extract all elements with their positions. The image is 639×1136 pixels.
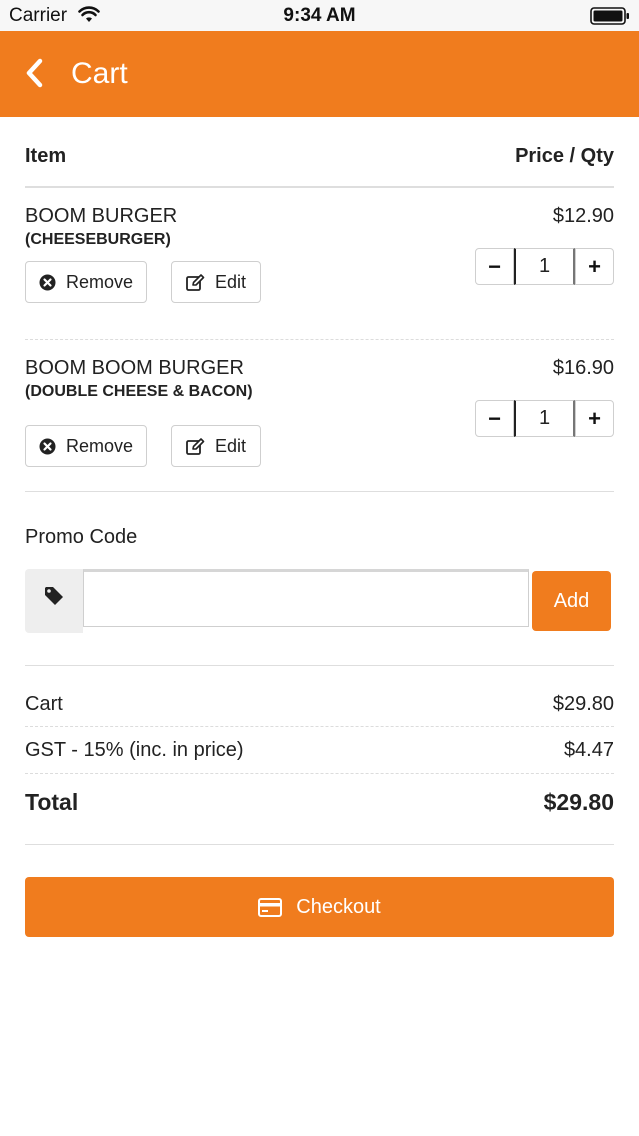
quantity-input[interactable]	[514, 248, 575, 285]
items-end-divider	[25, 491, 614, 492]
edit-button[interactable]: Edit	[171, 261, 261, 303]
tag-icon	[45, 587, 63, 605]
decrease-quantity-button[interactable]: −	[475, 248, 514, 285]
total-value: $29.80	[543, 789, 614, 815]
quantity-input[interactable]	[514, 400, 575, 437]
edit-icon	[186, 273, 205, 291]
battery-icon	[590, 7, 629, 25]
promo-tag-addon	[25, 569, 83, 633]
status-time: 9:34 AM	[283, 5, 356, 26]
remove-label: Remove	[65, 271, 134, 292]
item-variant: (DOUBLE CHEESE & BACON)	[25, 383, 253, 400]
increase-quantity-button[interactable]: +	[575, 400, 614, 437]
checkout-button[interactable]: Checkout	[25, 877, 614, 937]
chevron-left-icon[interactable]	[24, 58, 46, 88]
item-variant: (CHEESEBURGER)	[25, 231, 171, 248]
gst-label: GST - 15% (inc. in price)	[25, 739, 244, 761]
quantity-stepper: − +	[475, 248, 614, 285]
item-price: $12.90	[552, 205, 614, 227]
cart-item: BOOM BOOM BURGER (DOUBLE CHEESE & BACON)…	[25, 357, 614, 487]
promo-code-input[interactable]	[83, 569, 529, 627]
edit-label: Edit	[214, 271, 247, 292]
price-qty-column-header: Price / Qty	[515, 145, 614, 167]
item-column-header: Item	[25, 145, 67, 167]
checkout-label: Checkout	[296, 895, 381, 918]
promo-divider	[25, 665, 614, 666]
summary-divider	[25, 726, 614, 727]
promo-code-label: Promo Code	[25, 526, 138, 548]
cart-subtotal-value: $29.80	[552, 693, 614, 715]
summary-end-divider	[25, 844, 614, 845]
item-price: $16.90	[552, 357, 614, 379]
total-row: Total $29.80	[25, 789, 614, 816]
remove-button[interactable]: Remove	[25, 261, 147, 303]
total-label: Total	[25, 789, 79, 815]
header-divider	[25, 186, 614, 188]
times-circle-icon	[39, 274, 56, 290]
item-divider	[25, 339, 614, 340]
edit-label: Edit	[214, 435, 247, 456]
increase-quantity-button[interactable]: +	[575, 248, 614, 285]
cart-subtotal-row: Cart $29.80	[25, 693, 614, 716]
gst-row: GST - 15% (inc. in price) $4.47	[25, 739, 614, 762]
edit-button[interactable]: Edit	[171, 425, 261, 467]
cart-subtotal-label: Cart	[25, 693, 63, 715]
times-circle-icon	[39, 438, 56, 454]
edit-icon	[186, 437, 205, 455]
add-promo-button[interactable]: Add	[532, 571, 611, 631]
gst-value: $4.47	[563, 739, 614, 761]
credit-card-icon	[258, 897, 283, 917]
remove-button[interactable]: Remove	[25, 425, 147, 467]
cart-item: BOOM BURGER (CHEESEBURGER) $12.90 Remove…	[25, 205, 614, 335]
quantity-stepper: − +	[475, 400, 614, 437]
remove-label: Remove	[65, 435, 134, 456]
page-title: Cart	[71, 57, 128, 90]
item-name: BOOM BURGER	[25, 205, 178, 227]
item-name: BOOM BOOM BURGER	[25, 357, 244, 379]
decrease-quantity-button[interactable]: −	[475, 400, 514, 437]
status-bar: Carrier 9:34 AM	[0, 0, 639, 31]
summary-divider	[25, 773, 614, 774]
nav-bar: Cart	[0, 31, 639, 117]
